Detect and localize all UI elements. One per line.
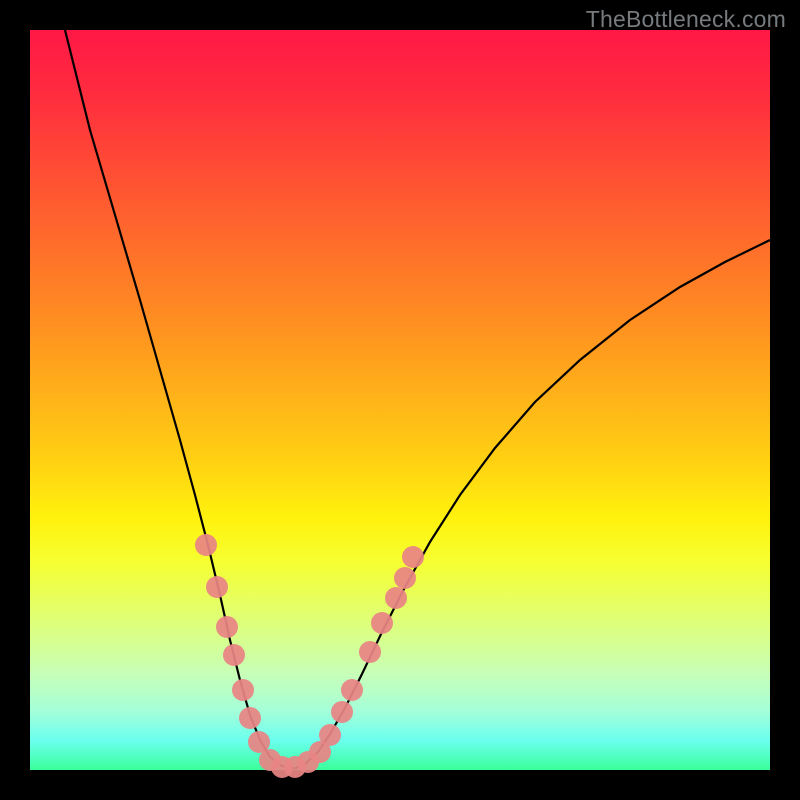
data-dot — [239, 707, 261, 729]
data-dot — [402, 546, 424, 568]
chart-frame: TheBottleneck.com — [0, 0, 800, 800]
data-dot — [195, 534, 217, 556]
data-dot — [216, 616, 238, 638]
curve-path — [65, 30, 770, 768]
data-dot — [385, 587, 407, 609]
data-dot — [232, 679, 254, 701]
data-dot — [319, 724, 341, 746]
data-dot — [371, 612, 393, 634]
data-dot — [359, 641, 381, 663]
data-dot — [223, 644, 245, 666]
data-dot — [331, 701, 353, 723]
bottleneck-curve — [30, 30, 770, 770]
data-dot — [341, 679, 363, 701]
watermark-text: TheBottleneck.com — [586, 6, 786, 33]
data-dot — [394, 567, 416, 589]
data-dot — [206, 576, 228, 598]
plot-area — [30, 30, 770, 770]
